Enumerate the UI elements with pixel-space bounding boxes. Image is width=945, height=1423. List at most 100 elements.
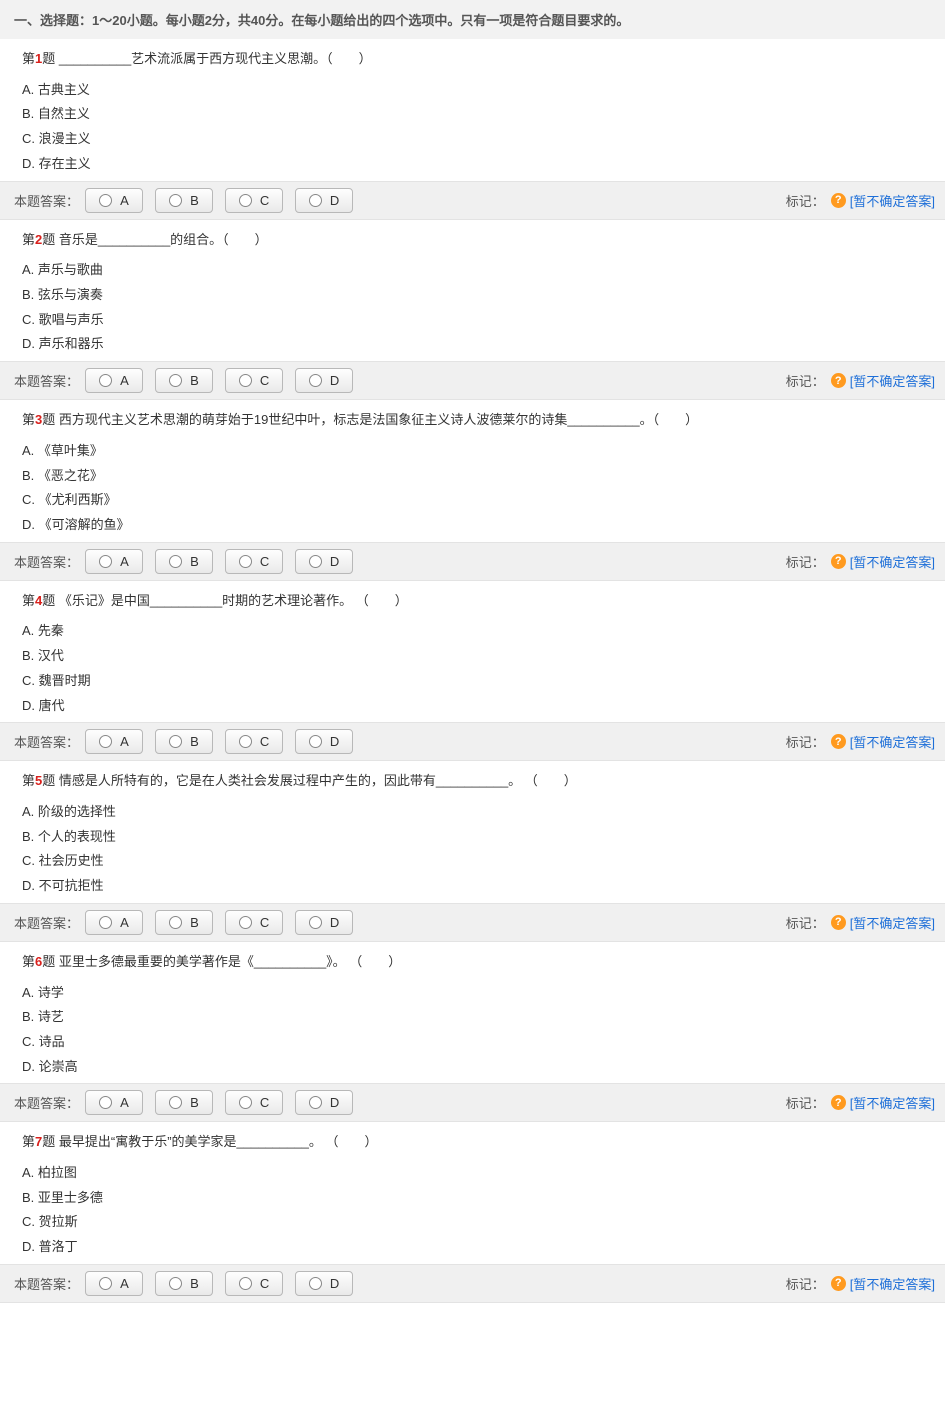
unsure-answer-link[interactable]: [暂不确定答案] [850, 191, 935, 210]
question-text: 西方现代主义艺术思潮的萌芽始于19世纪中叶，标志是法国象征主义诗人波德莱尔的诗集… [55, 412, 698, 427]
answer-button-b[interactable]: B [155, 729, 213, 754]
answer-label: 本题答案： [14, 732, 79, 751]
question-text: 亚里士多德最重要的美学著作是《__________》。 （ ） [55, 954, 401, 969]
answer-button-b[interactable]: B [155, 1271, 213, 1296]
help-icon[interactable]: ? [831, 193, 846, 208]
question-prefix: 第 [22, 954, 35, 969]
question-title: 第5题 情感是人所特有的，它是在人类社会发展过程中产生的，因此带有_______… [22, 771, 923, 792]
answer-button-label: D [330, 193, 339, 208]
unsure-answer-link[interactable]: [暂不确定答案] [850, 1274, 935, 1293]
answer-button-label: B [190, 554, 199, 569]
answer-button-a[interactable]: A [85, 549, 143, 574]
question-prefix: 第 [22, 593, 35, 608]
radio-icon [239, 374, 252, 387]
answer-left: 本题答案：ABCD [14, 368, 365, 393]
radio-icon [239, 735, 252, 748]
answer-button-c[interactable]: C [225, 1271, 283, 1296]
help-icon[interactable]: ? [831, 554, 846, 569]
question-prefix: 第 [22, 1134, 35, 1149]
radio-icon [309, 735, 322, 748]
radio-icon [309, 916, 322, 929]
answer-button-c[interactable]: C [225, 368, 283, 393]
answer-button-c[interactable]: C [225, 549, 283, 574]
answer-right: 标记：?[暂不确定答案] [786, 913, 935, 932]
answer-button-a[interactable]: A [85, 368, 143, 393]
answer-button-b[interactable]: B [155, 910, 213, 935]
answer-bar: 本题答案：ABCD标记：?[暂不确定答案] [0, 361, 945, 400]
option-line: A. 柏拉图 [22, 1161, 923, 1186]
answer-button-c[interactable]: C [225, 910, 283, 935]
answer-button-label: A [120, 554, 129, 569]
options-list: A. 先秦B. 汉代C. 魏晋时期D. 唐代 [22, 619, 923, 718]
question-suffix: 题 [42, 1134, 55, 1149]
radio-icon [239, 555, 252, 568]
answer-button-d[interactable]: D [295, 729, 353, 754]
answer-button-a[interactable]: A [85, 1271, 143, 1296]
answer-button-b[interactable]: B [155, 1090, 213, 1115]
answer-button-d[interactable]: D [295, 368, 353, 393]
answer-button-b[interactable]: B [155, 188, 213, 213]
question-prefix: 第 [22, 412, 35, 427]
question-block: 第2题 音乐是__________的组合。（ ）A. 声乐与歌曲B. 弦乐与演奏… [0, 220, 945, 362]
answer-button-a[interactable]: A [85, 188, 143, 213]
option-line: B. 自然主义 [22, 102, 923, 127]
help-icon[interactable]: ? [831, 373, 846, 388]
question-text: 音乐是__________的组合。（ ） [55, 232, 267, 247]
answer-button-label: A [120, 1276, 129, 1291]
radio-icon [169, 194, 182, 207]
answer-button-d[interactable]: D [295, 910, 353, 935]
answer-button-b[interactable]: B [155, 368, 213, 393]
answer-button-c[interactable]: C [225, 1090, 283, 1115]
radio-icon [169, 1277, 182, 1290]
question-prefix: 第 [22, 232, 35, 247]
answer-button-c[interactable]: C [225, 188, 283, 213]
unsure-answer-link[interactable]: [暂不确定答案] [850, 913, 935, 932]
options-list: A. 柏拉图B. 亚里士多德C. 贺拉斯D. 普洛丁 [22, 1161, 923, 1260]
answer-button-label: C [260, 1276, 269, 1291]
help-icon[interactable]: ? [831, 915, 846, 930]
help-icon[interactable]: ? [831, 1095, 846, 1110]
option-line: C. 《尤利西斯》 [22, 488, 923, 513]
answer-button-a[interactable]: A [85, 1090, 143, 1115]
radio-icon [169, 374, 182, 387]
unsure-answer-link[interactable]: [暂不确定答案] [850, 552, 935, 571]
unsure-answer-link[interactable]: [暂不确定答案] [850, 1093, 935, 1112]
answer-right: 标记：?[暂不确定答案] [786, 552, 935, 571]
answer-right: 标记：?[暂不确定答案] [786, 371, 935, 390]
question-prefix: 第 [22, 51, 35, 66]
question-block: 第7题 最早提出“寓教于乐”的美学家是__________。 （ ） A. 柏拉图… [0, 1122, 945, 1264]
answer-bar: 本题答案：ABCD标记：?[暂不确定答案] [0, 1083, 945, 1122]
answer-button-a[interactable]: A [85, 910, 143, 935]
option-line: B. 弦乐与演奏 [22, 283, 923, 308]
option-line: B. 汉代 [22, 644, 923, 669]
radio-icon [99, 374, 112, 387]
unsure-answer-link[interactable]: [暂不确定答案] [850, 732, 935, 751]
answer-button-label: C [260, 193, 269, 208]
answer-button-label: C [260, 1095, 269, 1110]
mark-label: 标记： [786, 732, 825, 751]
question-title: 第7题 最早提出“寓教于乐”的美学家是__________。 （ ） [22, 1132, 923, 1153]
answer-button-b[interactable]: B [155, 549, 213, 574]
answer-button-d[interactable]: D [295, 1090, 353, 1115]
answer-button-label: A [120, 193, 129, 208]
answer-button-d[interactable]: D [295, 549, 353, 574]
answer-button-c[interactable]: C [225, 729, 283, 754]
answer-left: 本题答案： A B CD [14, 729, 365, 754]
radio-icon [239, 194, 252, 207]
mark-label: 标记： [786, 191, 825, 210]
answer-button-a[interactable]: A [85, 729, 143, 754]
answer-button-d[interactable]: D [295, 1271, 353, 1296]
option-line: D. 不可抗拒性 [22, 874, 923, 899]
answer-button-label: A [120, 1095, 129, 1110]
answer-button-label: B [190, 734, 199, 749]
option-line: B. 亚里士多德 [22, 1186, 923, 1211]
unsure-answer-link[interactable]: [暂不确定答案] [850, 371, 935, 390]
answer-left: 本题答案：ABCD [14, 549, 365, 574]
answer-right: 标记：?[暂不确定答案] [786, 1093, 935, 1112]
help-icon[interactable]: ? [831, 734, 846, 749]
answer-button-d[interactable]: D [295, 188, 353, 213]
question-suffix: 题 [42, 412, 55, 427]
answer-label: 本题答案： [14, 191, 79, 210]
option-line: C. 贺拉斯 [22, 1210, 923, 1235]
help-icon[interactable]: ? [831, 1276, 846, 1291]
